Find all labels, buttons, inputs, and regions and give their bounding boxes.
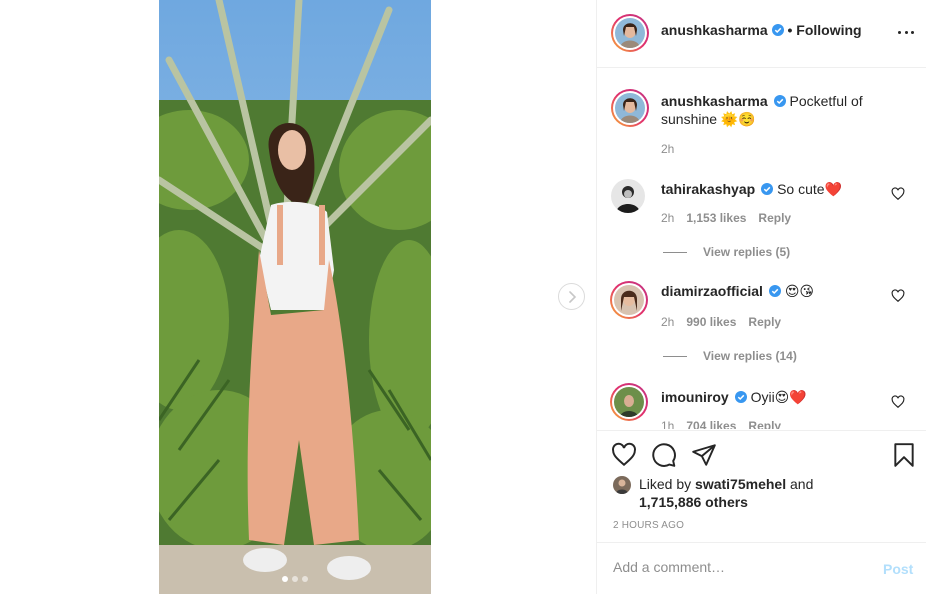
comment-username[interactable]: tahirakashyap (661, 181, 755, 197)
media-area (0, 0, 596, 594)
liked-by-joiner: and (790, 476, 814, 492)
comment-avatar[interactable] (610, 281, 648, 319)
verified-badge-icon (771, 24, 784, 36)
comment-avatar[interactable] (610, 383, 648, 421)
view-replies-button[interactable]: View replies (5) (663, 245, 790, 259)
reply-button[interactable]: Reply (748, 419, 781, 429)
verified-badge-icon (761, 183, 774, 195)
view-replies-label: View replies (5) (703, 245, 791, 259)
likes-count[interactable]: 1,715,886 others (639, 494, 748, 510)
next-slide-button[interactable] (558, 283, 585, 310)
liked-by-text: Liked by swati75mehel and 1,715,886 othe… (639, 475, 899, 511)
replies-divider (663, 251, 687, 253)
author-avatar[interactable] (611, 14, 649, 52)
comment-like-heart-icon[interactable] (891, 289, 905, 303)
liker-username[interactable]: swati75mehel (695, 476, 786, 492)
more-options-icon[interactable] (898, 24, 914, 40)
carousel-dot (292, 576, 298, 582)
comment-text: 😍😘 (784, 283, 815, 299)
heart-icon[interactable] (611, 442, 637, 468)
comment-text: Oyii😍❤️ (750, 389, 807, 405)
reply-button[interactable]: Reply (748, 315, 781, 329)
post-timestamp[interactable]: 2 HOURS AGO (613, 520, 684, 531)
carousel-indicator (282, 576, 308, 582)
bookmark-icon[interactable] (891, 442, 917, 468)
liked-by-prefix: Liked by (639, 476, 692, 492)
comment-like-heart-icon[interactable] (891, 187, 905, 201)
post-actions: Liked by swati75mehel and 1,715,886 othe… (597, 430, 926, 544)
comment-likes[interactable]: 990 likes (686, 315, 736, 329)
header-user-line: anushkasharma • Following (661, 22, 862, 38)
post-side-panel: anushkasharma • Following anushkasharma … (596, 0, 926, 594)
comment-text-block: imouniroy Oyii😍❤️ (661, 388, 887, 406)
comment-meta: 2h 1,153 likes Reply (661, 211, 791, 225)
view-replies-button[interactable]: View replies (14) (663, 349, 797, 363)
comment-time[interactable]: 2h (661, 315, 674, 329)
comment-like-heart-icon[interactable] (891, 395, 905, 409)
author-username[interactable]: anushkasharma (661, 22, 768, 38)
caption-avatar[interactable] (611, 89, 649, 127)
chevron-right-icon (568, 290, 576, 303)
view-replies-label: View replies (14) (703, 349, 797, 363)
comment-meta: 1h 704 likes Reply (661, 419, 781, 429)
comment-username[interactable]: diamirzaofficial (661, 283, 763, 299)
share-icon[interactable] (691, 442, 717, 468)
verified-badge-icon (773, 95, 786, 107)
comment-text-block: tahirakashyap So cute❤️ (661, 180, 887, 198)
caption-text-block: anushkasharma Pocketful of sunshine 🌞☺️ (661, 92, 887, 128)
photo-illustration (159, 0, 431, 594)
verified-badge-icon (734, 391, 747, 403)
replies-divider (663, 355, 687, 357)
add-comment-bar: Post (597, 542, 926, 594)
comment-text: So cute❤️ (777, 181, 842, 197)
post-comment-button[interactable]: Post (883, 561, 913, 577)
instagram-post-view: anushkasharma • Following anushkasharma … (0, 0, 926, 594)
post-photo[interactable] (159, 0, 431, 594)
comment-time[interactable]: 1h (661, 419, 674, 429)
comment-input[interactable] (613, 559, 863, 575)
following-button[interactable]: • Following (788, 22, 862, 38)
caption-time[interactable]: 2h (661, 142, 674, 156)
comment-username[interactable]: imouniroy (661, 389, 729, 405)
carousel-dot-active (282, 576, 288, 582)
liker-avatar[interactable] (613, 476, 631, 494)
comment-time[interactable]: 2h (661, 211, 674, 225)
comment-meta: 2h 990 likes Reply (661, 315, 781, 329)
caption-username[interactable]: anushkasharma (661, 93, 768, 109)
comment-likes[interactable]: 704 likes (686, 419, 736, 429)
comment-icon[interactable] (651, 442, 677, 468)
comments-list: anushkasharma Pocketful of sunshine 🌞☺️ … (597, 69, 926, 429)
reply-button[interactable]: Reply (758, 211, 791, 225)
post-header: anushkasharma • Following (597, 0, 926, 68)
comment-text-block: diamirzaofficial 😍😘 (661, 282, 887, 300)
comment-avatar[interactable] (611, 179, 645, 213)
carousel-dot (302, 576, 308, 582)
comment-likes[interactable]: 1,153 likes (686, 211, 746, 225)
verified-badge-icon (768, 285, 781, 297)
